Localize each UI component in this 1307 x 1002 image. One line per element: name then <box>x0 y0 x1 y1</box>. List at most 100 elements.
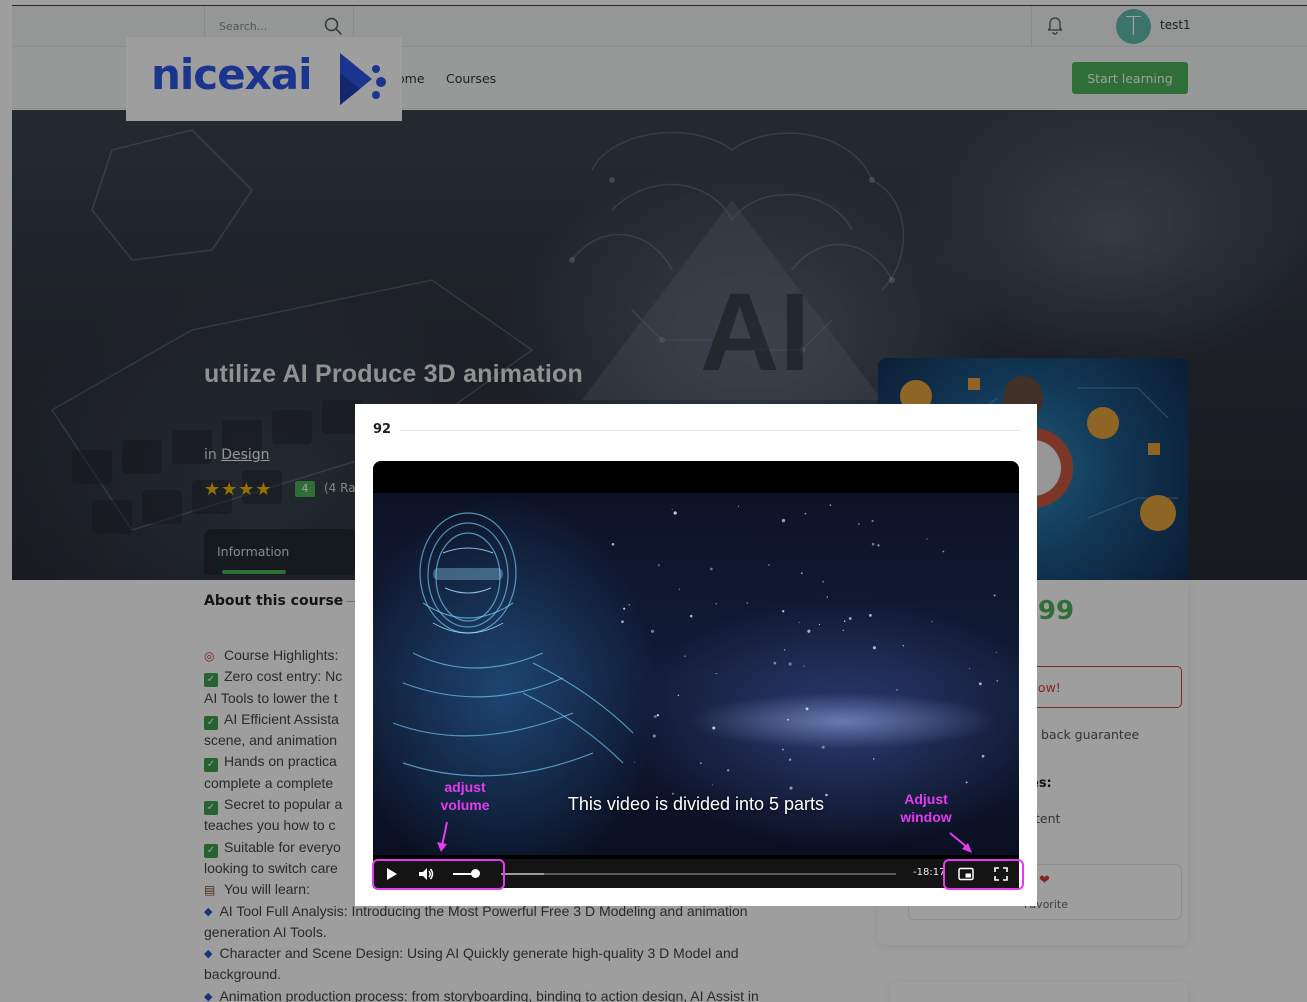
star-particle <box>995 651 997 653</box>
lesson-number: 92 <box>373 422 392 437</box>
description-text: You will learn: <box>224 881 310 898</box>
volume-highlight-box <box>372 859 505 890</box>
logo: nicexai <box>126 37 402 121</box>
description-text: Secret to popular a <box>224 796 343 813</box>
start-learning-button[interactable]: Start learning <box>1072 62 1188 94</box>
star-particle <box>996 679 999 682</box>
star-particle <box>877 544 880 547</box>
star-particle <box>652 734 656 738</box>
star-particle <box>673 511 677 515</box>
star-particle <box>689 614 693 618</box>
nav-courses[interactable]: Courses <box>446 71 496 86</box>
star-particle <box>965 781 968 784</box>
star-particle <box>653 714 657 719</box>
star-particle <box>857 522 860 525</box>
checkmark-icon: ✓ <box>204 715 218 730</box>
star-particle <box>715 672 717 675</box>
description-text: Zero cost entry: Nc <box>224 668 343 685</box>
star-particle <box>821 745 825 749</box>
description-text: looking to switch care <box>204 859 338 876</box>
star-particle <box>634 761 636 763</box>
related-card <box>890 982 1188 1002</box>
category-prefix: in <box>204 447 222 463</box>
star-particle <box>981 754 985 758</box>
description-line: ◆ Character and Scene Design: Using AI Qu… <box>204 943 864 964</box>
diamond-bullet-icon: ◆ <box>204 990 213 1002</box>
bell-icon[interactable] <box>1046 15 1064 35</box>
star-particle <box>623 607 626 610</box>
star-particle <box>818 623 821 626</box>
description-text: Hands on practica <box>224 753 337 770</box>
star-particle <box>804 512 807 515</box>
avatar[interactable]: T <box>1116 9 1151 44</box>
rating-stars: ★★★★ <box>204 479 273 500</box>
progress-bar[interactable] <box>501 873 896 875</box>
star-particle <box>699 762 702 765</box>
search-icon[interactable] <box>323 16 343 36</box>
star-particle <box>843 620 846 623</box>
volume-annotation: adjust volume <box>440 779 490 813</box>
description-text: Suitable for everyo <box>224 838 341 855</box>
star-particle <box>978 682 982 686</box>
star-particle <box>871 542 875 546</box>
includes-item: tent <box>1035 811 1061 826</box>
heart-icon: ❤ <box>1039 873 1050 888</box>
course-category: in Design <box>204 447 270 463</box>
star-particle <box>788 758 792 761</box>
diamond-bullet-icon: ◆ <box>204 948 213 961</box>
star-particle <box>781 518 786 523</box>
logo-text: nicexai <box>151 50 313 99</box>
books-icon: ▤ <box>204 883 216 898</box>
money-back-guarantee: back guarantee <box>1041 727 1140 742</box>
star-particle <box>677 694 680 697</box>
star-particle <box>715 602 718 605</box>
description-text: Course Highlights: <box>224 647 339 663</box>
checkmark-icon: ✓ <box>204 673 218 688</box>
star-particle <box>826 596 828 598</box>
description-text: Animation production process: from story… <box>219 987 759 1002</box>
description-text: AI Tools to lower the t <box>204 689 338 706</box>
logo-mark-icon <box>340 53 386 105</box>
star-particle <box>800 572 803 575</box>
star-particle <box>822 580 825 583</box>
course-title: utilize AI Produce 3D animation <box>204 360 583 388</box>
diamond-bullet-icon: ◆ <box>204 905 213 918</box>
star-particle <box>746 602 748 604</box>
progress-buffered <box>501 873 544 875</box>
rating-count: (4 Ra <box>324 481 356 495</box>
modal-divider <box>400 430 1020 431</box>
description-text: complete a complete <box>204 774 334 791</box>
description-line: background. <box>204 964 864 985</box>
star-particle <box>872 758 875 760</box>
description-text: scene, and animation <box>204 732 338 749</box>
star-particle <box>896 688 898 691</box>
active-tab-indicator <box>222 570 286 574</box>
star-particle <box>848 617 852 620</box>
rating-badge: 4 <box>295 481 315 497</box>
category-link[interactable]: Design <box>221 447 269 463</box>
star-particle <box>871 519 874 523</box>
star-particle <box>737 505 740 507</box>
window-highlight-box <box>943 859 1024 890</box>
star-particle <box>782 610 785 613</box>
star-particle <box>712 726 716 730</box>
star-particle <box>926 538 928 540</box>
star-particle <box>650 629 655 633</box>
description-text: generation AI Tools. <box>204 923 327 940</box>
description-text: teaches you how to c <box>204 817 336 834</box>
star-particle <box>773 661 777 665</box>
star-particle <box>902 644 905 647</box>
star-particle <box>671 508 673 510</box>
star-particle <box>768 564 770 566</box>
checkmark-icon: ✓ <box>204 843 218 858</box>
user-name[interactable]: test1 <box>1160 18 1191 32</box>
description-text: background. <box>204 966 282 983</box>
star-particle <box>798 621 800 623</box>
star-particle <box>628 603 631 606</box>
star-particle <box>969 667 971 670</box>
window-annotation: Adjust window <box>900 791 952 825</box>
tab-information[interactable]: Information <box>204 529 374 575</box>
description-line: ◆ Animation production process: from stor… <box>204 986 864 1002</box>
star-particle <box>805 707 809 711</box>
star-particle <box>807 629 811 633</box>
